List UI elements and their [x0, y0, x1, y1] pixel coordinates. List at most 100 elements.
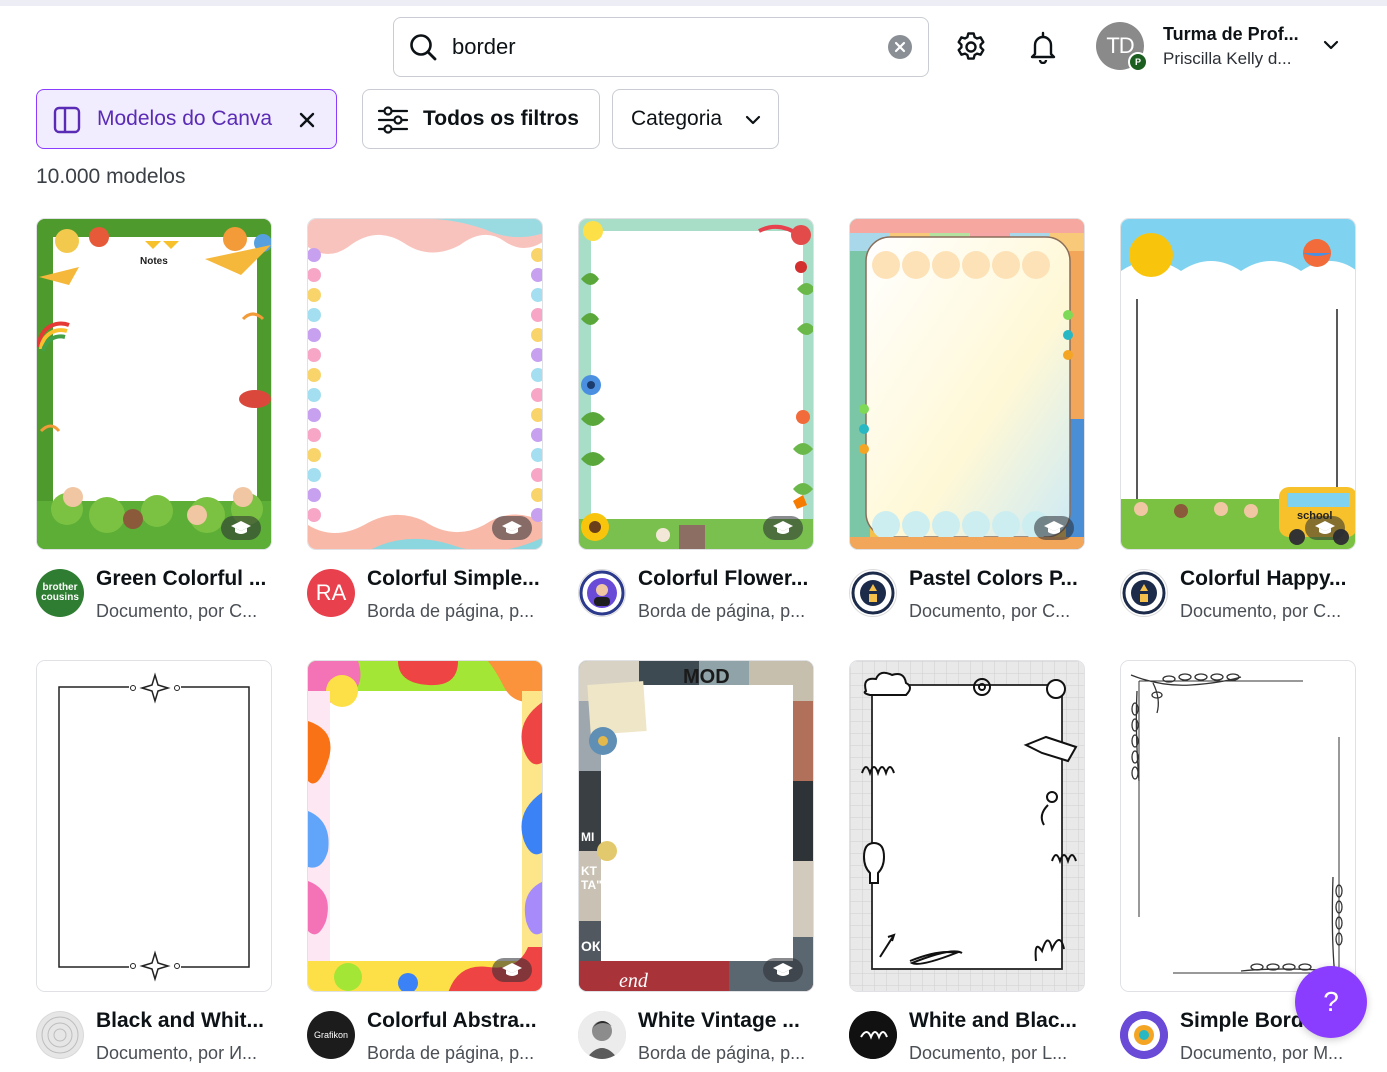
- template-subtitle: Documento, por M...: [1180, 1043, 1344, 1063]
- creator-photo-icon: [578, 1011, 626, 1059]
- template-title[interactable]: Colorful Happy...: [1180, 567, 1356, 591]
- chip-label: Modelos do Canva: [97, 107, 273, 130]
- template-thumbnail[interactable]: [849, 218, 1085, 550]
- creator-avatar-text: brother cousins: [41, 582, 79, 603]
- template-title[interactable]: White Vintage ...: [638, 1009, 814, 1033]
- template-title[interactable]: Green Colorful ...: [96, 567, 272, 591]
- settings-button[interactable]: [947, 23, 995, 71]
- creator-logo-icon: [849, 1011, 897, 1059]
- education-badge: [763, 516, 803, 540]
- thumb-collage-text: TA": [581, 878, 602, 892]
- template-subtitle: Borda de página, p...: [638, 1043, 806, 1063]
- search-input[interactable]: [452, 28, 872, 66]
- template-title[interactable]: Colorful Flower...: [638, 567, 814, 591]
- graduation-cap-icon: [1315, 521, 1335, 534]
- education-badge: [763, 958, 803, 982]
- template-thumbnail[interactable]: [1120, 660, 1356, 992]
- team-badge-letter: P: [1134, 57, 1141, 67]
- template-thumbnail[interactable]: [849, 660, 1085, 992]
- thumb-collage-text: MOD: [683, 666, 730, 688]
- creator-avatar-text: Grafikon: [313, 1030, 348, 1040]
- education-badge: [492, 958, 532, 982]
- template-subtitle: Borda de página, p...: [367, 601, 535, 621]
- creator-avatar[interactable]: [1120, 569, 1168, 617]
- template-thumbnail[interactable]: Notes: [36, 218, 272, 550]
- creator-avatar[interactable]: [1120, 1011, 1168, 1059]
- creator-avatar[interactable]: [849, 1011, 897, 1059]
- creator-avatar[interactable]: [849, 569, 897, 617]
- sliders-icon: [377, 106, 409, 134]
- doodle-border-artwork: [850, 661, 1084, 991]
- template-title[interactable]: Pastel Colors P...: [909, 567, 1085, 591]
- template-thumbnail[interactable]: school: [1120, 218, 1356, 550]
- black-white-border-artwork: [37, 661, 271, 991]
- top-edge: [0, 0, 1387, 6]
- template-subtitle: Borda de página, p...: [367, 1043, 535, 1063]
- thumb-collage-text: KT: [581, 864, 598, 878]
- template-subtitle: Documento, por C...: [909, 601, 1071, 621]
- creator-avatar[interactable]: brother cousins: [36, 569, 84, 617]
- search-bar[interactable]: [393, 17, 929, 77]
- creator-avatar-text: RA: [315, 580, 347, 605]
- template-thumbnail[interactable]: [307, 660, 543, 992]
- canva-templates-chip[interactable]: Modelos do Canva: [36, 89, 337, 149]
- bell-icon: [1030, 31, 1056, 64]
- creator-avatar[interactable]: [36, 1011, 84, 1059]
- template-subtitle: Documento, por И...: [96, 1043, 258, 1063]
- thumb-collage-text: ОК: [581, 938, 601, 954]
- template-thumbnail[interactable]: [307, 218, 543, 550]
- creator-avatar[interactable]: RA: [307, 569, 355, 617]
- search-icon: [410, 34, 437, 61]
- team-name: Turma de Prof...: [1163, 24, 1299, 44]
- simple-floral-border-artwork: [1121, 661, 1355, 991]
- template-title[interactable]: White and Blac...: [909, 1009, 1085, 1033]
- template-subtitle: Borda de página, p...: [638, 601, 806, 621]
- results-count: 10.000 modelos: [36, 165, 186, 188]
- happy-school-border-artwork: school: [1121, 219, 1355, 549]
- pastel-border-artwork: [850, 219, 1084, 549]
- graduation-cap-icon: [773, 521, 793, 534]
- close-icon[interactable]: [298, 111, 316, 129]
- education-badge: [1034, 516, 1074, 540]
- team-badge: P: [1128, 52, 1148, 72]
- template-title[interactable]: Colorful Simple...: [367, 567, 543, 591]
- education-badge: [1305, 516, 1345, 540]
- template-thumbnail[interactable]: [578, 218, 814, 550]
- category-dropdown[interactable]: Categoria: [612, 89, 779, 149]
- help-label: ?: [1323, 986, 1339, 1017]
- all-filters-label: Todos os filtros: [423, 107, 579, 130]
- chevron-down-icon: [1323, 40, 1339, 50]
- education-badge: [221, 516, 261, 540]
- clear-search-button[interactable]: [888, 35, 912, 59]
- creator-avatar[interactable]: [578, 1011, 626, 1059]
- kids-border-artwork: Notes: [37, 219, 271, 549]
- creator-logo-icon: [1120, 1011, 1168, 1059]
- template-thumbnail[interactable]: MOD MI KT TA" ОК end: [578, 660, 814, 992]
- creator-logo-icon: [851, 571, 895, 615]
- notifications-button[interactable]: [1019, 23, 1067, 71]
- account-menu[interactable]: TD P Turma de Prof... Priscilla Kelly d.…: [1096, 20, 1356, 74]
- graduation-cap-icon: [231, 521, 251, 534]
- template-subtitle: Documento, por L...: [909, 1043, 1068, 1063]
- help-button[interactable]: ?: [1295, 966, 1367, 1038]
- thumb-collage-text: end: [619, 970, 649, 992]
- thumb-notes-text: Notes: [140, 256, 168, 267]
- all-filters-button[interactable]: Todos os filtros: [362, 89, 600, 149]
- simple-colorful-border-artwork: [308, 219, 542, 549]
- template-subtitle: Documento, por C...: [1180, 601, 1342, 621]
- template-thumbnail[interactable]: [36, 660, 272, 992]
- category-label: Categoria: [631, 107, 723, 130]
- graduation-cap-icon: [773, 963, 793, 976]
- graduation-cap-icon: [1044, 521, 1064, 534]
- template-title[interactable]: Colorful Abstra...: [367, 1009, 543, 1033]
- creator-avatar[interactable]: Grafikon: [307, 1011, 355, 1059]
- creator-logo-icon: [579, 570, 625, 616]
- template-title[interactable]: Black and Whit...: [96, 1009, 272, 1033]
- user-name: Priscilla Kelly d...: [1163, 49, 1292, 68]
- creator-avatar[interactable]: [578, 569, 626, 617]
- graduation-cap-icon: [502, 963, 522, 976]
- template-icon: [53, 106, 81, 134]
- close-icon: [894, 41, 906, 53]
- gear-icon: [957, 32, 985, 60]
- chevron-down-icon: [745, 115, 761, 125]
